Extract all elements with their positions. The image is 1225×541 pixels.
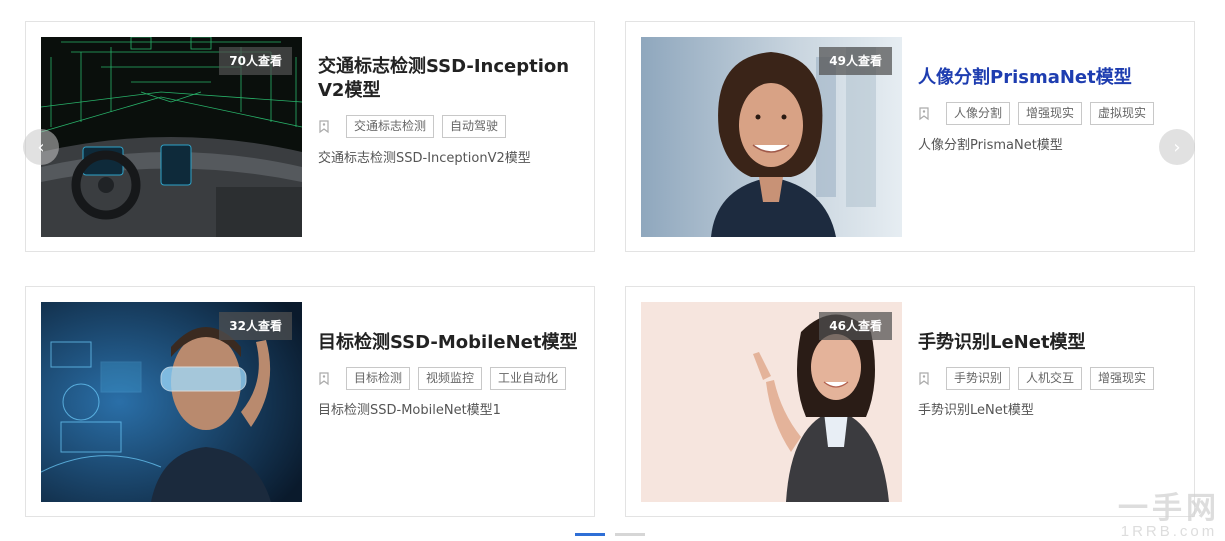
tag[interactable]: 人机交互: [1018, 367, 1083, 390]
card-title[interactable]: 目标检测SSD-MobileNet模型: [318, 331, 580, 355]
watermark-line2: 1RRB.com: [1120, 523, 1218, 540]
tag[interactable]: 增强现实: [1018, 102, 1083, 125]
tag-icon: [919, 106, 929, 120]
watermark-line1: 一手网: [1118, 492, 1220, 525]
model-thumbnail-gesture[interactable]: 46人查看: [641, 302, 902, 502]
tag-list: 交通标志检测 自动驾驶: [318, 115, 580, 138]
model-thumbnail-portrait[interactable]: 49人查看: [641, 37, 902, 237]
tag-icon: [319, 371, 329, 385]
view-count-badge: 46人查看: [819, 312, 892, 340]
tag-list: 人像分割 增强现实 虚拟现实: [918, 102, 1180, 125]
tag-icon: [319, 119, 329, 133]
view-count-badge: 49人查看: [819, 47, 892, 75]
pagination-dot-1[interactable]: [575, 533, 605, 536]
tag[interactable]: 人像分割: [946, 102, 1011, 125]
carousel-next-button[interactable]: ›: [1159, 129, 1195, 165]
model-carousel: 70人查看 交通标志检测SSD-InceptionV2模型 交通标志检测 自动驾…: [0, 0, 1225, 541]
card-description: 目标检测SSD-MobileNet模型1: [318, 403, 501, 418]
chevron-right-icon: ›: [1173, 136, 1181, 158]
tag-icon: [919, 371, 929, 385]
card-description: 交通标志检测SSD-InceptionV2模型: [318, 151, 531, 166]
card-title[interactable]: 交通标志检测SSD-InceptionV2模型: [318, 55, 580, 103]
tag[interactable]: 自动驾驶: [442, 115, 507, 138]
carousel-prev-button[interactable]: ‹: [23, 129, 59, 165]
model-card[interactable]: 32人查看 目标检测SSD-MobileNet模型 目标检测 视频监控 工业自动…: [25, 286, 595, 517]
model-card[interactable]: 49人查看 人像分割PrismaNet模型 人像分割 增强现实 虚拟现实 人像分…: [625, 21, 1195, 252]
tag[interactable]: 目标检测: [346, 367, 411, 390]
pagination-dot-2[interactable]: [615, 533, 645, 536]
tag-list: 目标检测 视频监控 工业自动化: [318, 367, 580, 390]
card-title[interactable]: 手势识别LeNet模型: [918, 331, 1180, 355]
card-info: 手势识别LeNet模型 手势识别 人机交互 增强现实 手势识别LeNet模型: [918, 331, 1180, 421]
tag-list: 手势识别 人机交互 增强现实: [918, 367, 1180, 390]
view-count-badge: 70人查看: [219, 47, 292, 75]
tag[interactable]: 增强现实: [1090, 367, 1155, 390]
card-info: 交通标志检测SSD-InceptionV2模型 交通标志检测 自动驾驶 交通标志…: [318, 55, 580, 169]
card-title[interactable]: 人像分割PrismaNet模型: [918, 66, 1180, 90]
model-card[interactable]: 70人查看 交通标志检测SSD-InceptionV2模型 交通标志检测 自动驾…: [25, 21, 595, 252]
chevron-left-icon: ‹: [37, 136, 45, 158]
card-info: 目标检测SSD-MobileNet模型 目标检测 视频监控 工业自动化 目标检测…: [318, 331, 580, 421]
tag[interactable]: 虚拟现实: [1090, 102, 1155, 125]
card-info: 人像分割PrismaNet模型 人像分割 增强现实 虚拟现实 人像分割Prism…: [918, 66, 1180, 156]
tag[interactable]: 交通标志检测: [346, 115, 435, 138]
model-thumbnail-car-dashboard[interactable]: 70人查看: [41, 37, 302, 237]
card-description: 手势识别LeNet模型: [918, 403, 1034, 418]
tag[interactable]: 手势识别: [946, 367, 1011, 390]
carousel-pagination: [575, 533, 645, 536]
tag[interactable]: 视频监控: [418, 367, 483, 390]
model-card[interactable]: 46人查看 手势识别LeNet模型 手势识别 人机交互 增强现实 手势识别LeN…: [625, 286, 1195, 517]
site-watermark: 一手网 1RRB.com: [1118, 492, 1220, 540]
card-description: 人像分割PrismaNet模型: [918, 138, 1063, 153]
model-thumbnail-ar-glasses[interactable]: 32人查看: [41, 302, 302, 502]
tag[interactable]: 工业自动化: [490, 367, 567, 390]
view-count-badge: 32人查看: [219, 312, 292, 340]
